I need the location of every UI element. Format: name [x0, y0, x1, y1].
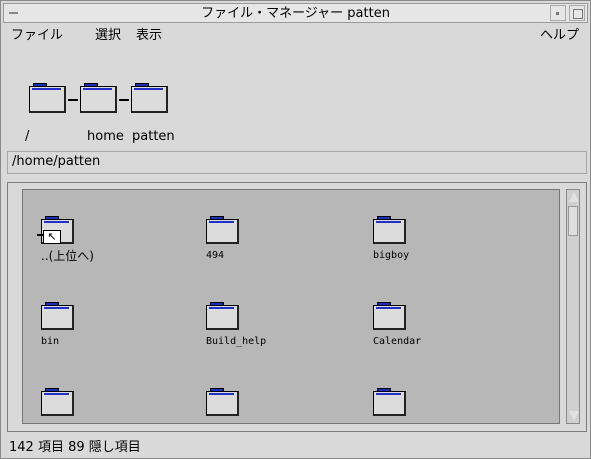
file-manager-window: ファイル・マネージャー patten ファイル 選択 表示 ヘルプ / home… [0, 0, 591, 459]
file-grid: ↖ ..(上位へ) 494 bigboy bin Build_help Cale… [22, 189, 560, 424]
file-item-label: 494 [206, 250, 225, 261]
folder-icon [373, 302, 406, 330]
path-field[interactable]: /home/patten [7, 151, 587, 174]
folder-icon [373, 388, 406, 416]
title-bar[interactable]: ファイル・マネージャー patten [3, 3, 588, 23]
folder-icon [373, 216, 406, 244]
folder-icon [206, 302, 239, 330]
folder-icon [41, 388, 74, 416]
path-home-folder-icon[interactable] [80, 83, 117, 113]
parent-folder-icon: ↖ [37, 216, 74, 244]
file-item-label: bigboy [373, 250, 410, 261]
menu-view[interactable]: 表示 [136, 28, 162, 44]
file-item-label: bin [41, 336, 60, 347]
menu-bar: ファイル 選択 表示 ヘルプ [3, 23, 588, 49]
menu-file[interactable]: ファイル [11, 28, 63, 44]
scroll-thumb[interactable] [568, 206, 578, 236]
minimize-button[interactable] [550, 5, 566, 21]
path-patten-folder-icon[interactable] [131, 83, 168, 113]
maximize-button[interactable] [569, 5, 585, 21]
file-item-label: Calendar [373, 336, 422, 347]
path-root-label: / [25, 129, 30, 144]
menu-help[interactable]: ヘルプ [540, 28, 579, 44]
scroll-up-arrow-icon[interactable] [568, 191, 579, 203]
file-item-label: Build_help [206, 336, 267, 347]
scroll-down-arrow-icon[interactable] [568, 410, 579, 422]
path-root-folder-icon[interactable] [29, 83, 66, 113]
status-bar: 142 項目 89 隠し項目 [9, 440, 141, 455]
folder-icon [206, 388, 239, 416]
path-connector [68, 99, 78, 101]
path-connector [119, 99, 129, 101]
window-title: ファイル・マネージャー patten [201, 6, 390, 21]
vertical-scrollbar[interactable] [566, 189, 580, 424]
path-patten-label: patten [132, 129, 175, 144]
folder-icon [206, 216, 239, 244]
folder-icon [41, 302, 74, 330]
file-view-pane: ↖ ..(上位へ) 494 bigboy bin Build_help Cale… [7, 182, 587, 432]
file-item-label: ..(上位へ) [41, 249, 94, 263]
path-home-label: home [87, 129, 124, 144]
menu-select[interactable]: 選択 [95, 28, 121, 44]
